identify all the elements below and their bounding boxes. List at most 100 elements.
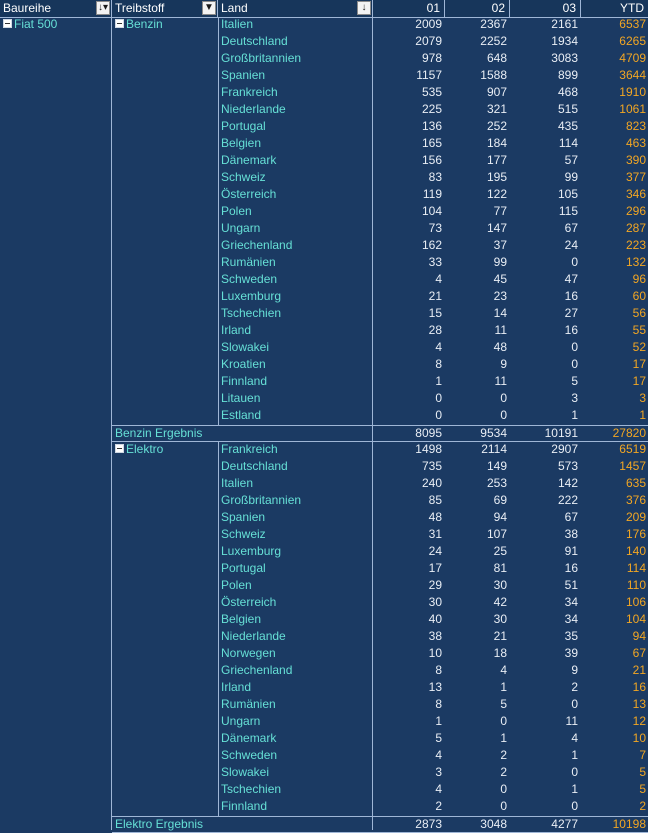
header-baureihe-label: Baureihe [3,1,52,15]
cell-value-03: 3 [571,391,578,405]
cell-value-02: 0 [500,782,507,796]
sort-filter-icon[interactable]: ↓▾ [96,1,110,15]
cell-value-02: 99 [493,255,507,269]
header-treibstoff: Treibstoff ▼ [112,0,218,17]
treibstoff-elektro[interactable]: Elektro [112,442,218,459]
cell-value-02: 195 [486,170,507,184]
cell-value-03: 899 [557,68,578,82]
cell-land: Rumänien [221,255,276,269]
header-land-label: Land [221,1,248,15]
cell-land: Griechenland [221,663,293,677]
cell-value-03: 1934 [551,34,578,48]
cell-value-ytd: 1910 [619,85,646,99]
cell-value-ytd: 635 [625,476,646,490]
cell-value-ytd: 346 [625,187,646,201]
cell-value-ytd: 114 [626,561,646,575]
cell-value-02: 11 [494,323,507,337]
collapse-icon[interactable] [115,444,124,454]
cell-land: Dänemark [221,153,277,167]
cell-value-03: 11 [565,714,578,728]
cell-land: Dänemark [221,731,277,745]
cell-value-01: 3 [435,765,442,779]
cell-value-03: 1 [571,782,578,796]
cell-value-01: 29 [428,578,442,592]
cell-land: Irland [221,680,252,694]
cell-land: Großbritannien [221,51,302,65]
cell-land: Rumänien [221,697,276,711]
cell-value-01: 83 [428,170,442,184]
cell-value-01: 535 [421,85,442,99]
cell-value-02: 0 [500,799,507,813]
cell-value-01: 38 [428,629,442,643]
cell-value-03: 9 [571,663,578,677]
cell-value-01: 225 [421,102,442,116]
header-month-03: 03 [510,0,581,17]
cell-land: Italien [221,476,254,490]
cell-value-01: 2009 [415,17,442,31]
cell-land: Kroatien [221,357,266,371]
cell-value-01: 1498 [415,442,442,456]
baureihe-label: Fiat 500 [14,17,58,31]
cell-value-03: 39 [564,646,578,660]
cell-value-02: 9 [500,357,507,371]
cell-value-02: 648 [486,51,507,65]
cell-value-ytd: 6519 [619,442,646,456]
cell-land: Schweiz [221,527,266,541]
cell-value-ytd: 287 [625,221,646,235]
cell-value-01: 4 [435,748,442,762]
cell-value-ytd: 6265 [619,34,646,48]
baureihe-fiat-500[interactable]: Fiat 500 [0,17,112,34]
cell-value-03: 16 [564,561,578,575]
cell-value-02: 321 [486,102,507,116]
cell-value-02: 252 [486,119,507,133]
cell-land: Estland [221,408,262,422]
cell-value-03: 24 [564,238,578,252]
cell-value-02: 4 [500,663,507,677]
cell-value-ytd: 16 [632,680,646,694]
cell-value-ytd: 376 [625,493,646,507]
cell-value-01: 73 [428,221,442,235]
cell-value-02: 37 [493,238,507,252]
cell-value-01: 4 [435,272,442,286]
cell-value-ytd: 296 [625,204,646,218]
cell-value-01: 10 [428,646,442,660]
cell-value-02: 25 [493,544,507,558]
cell-land: Slowakei [221,340,270,354]
cell-value-ytd: 67 [632,646,646,660]
cell-value-ytd: 5 [639,782,646,796]
cell-value-01: 28 [428,323,442,337]
filter-icon[interactable]: ▼ [202,1,216,15]
cell-value-02: 184 [486,136,507,150]
cell-value-01: 735 [421,459,442,473]
collapse-icon[interactable] [3,19,12,29]
cell-value-03: 27 [564,306,578,320]
cell-value-ytd: 21 [632,663,646,677]
cell-value-01: 85 [428,493,442,507]
cell-land: Großbritannien [221,493,302,507]
cell-value-02: 0 [500,391,507,405]
cell-value-03: 2161 [551,17,578,31]
cell-value-01: 2 [435,799,442,813]
collapse-icon[interactable] [115,19,124,29]
cell-value-01: 165 [421,136,442,150]
cell-value-03: 5 [571,374,578,388]
cell-value-03: 0 [571,357,578,371]
cell-value-02: 122 [486,187,507,201]
cell-value-ytd: 60 [632,289,646,303]
cell-value-03: 57 [564,153,578,167]
cell-value-03: 34 [564,595,578,609]
cell-value-02: 2 [500,765,507,779]
treibstoff-benzin[interactable]: Benzin [112,17,218,34]
subtotal-row-benzin: Benzin Ergebnis 8095 9534 10191 27820 [112,425,648,442]
sort-icon[interactable]: ↓ [357,1,371,15]
cell-value-03: 435 [557,119,578,133]
cell-land: Griechenland [221,238,293,252]
pivot-table: Baureihe ↓▾ Treibstoff ▼ Land ↓ 01 02 03… [0,0,648,833]
subtotal-benzin-03: 10191 [544,426,578,440]
cell-value-02: 14 [493,306,507,320]
cell-value-03: 0 [571,697,578,711]
cell-value-ytd: 377 [625,170,646,184]
cell-value-02: 94 [493,510,507,524]
cell-value-03: 16 [564,289,578,303]
cell-value-01: 1 [435,374,442,388]
